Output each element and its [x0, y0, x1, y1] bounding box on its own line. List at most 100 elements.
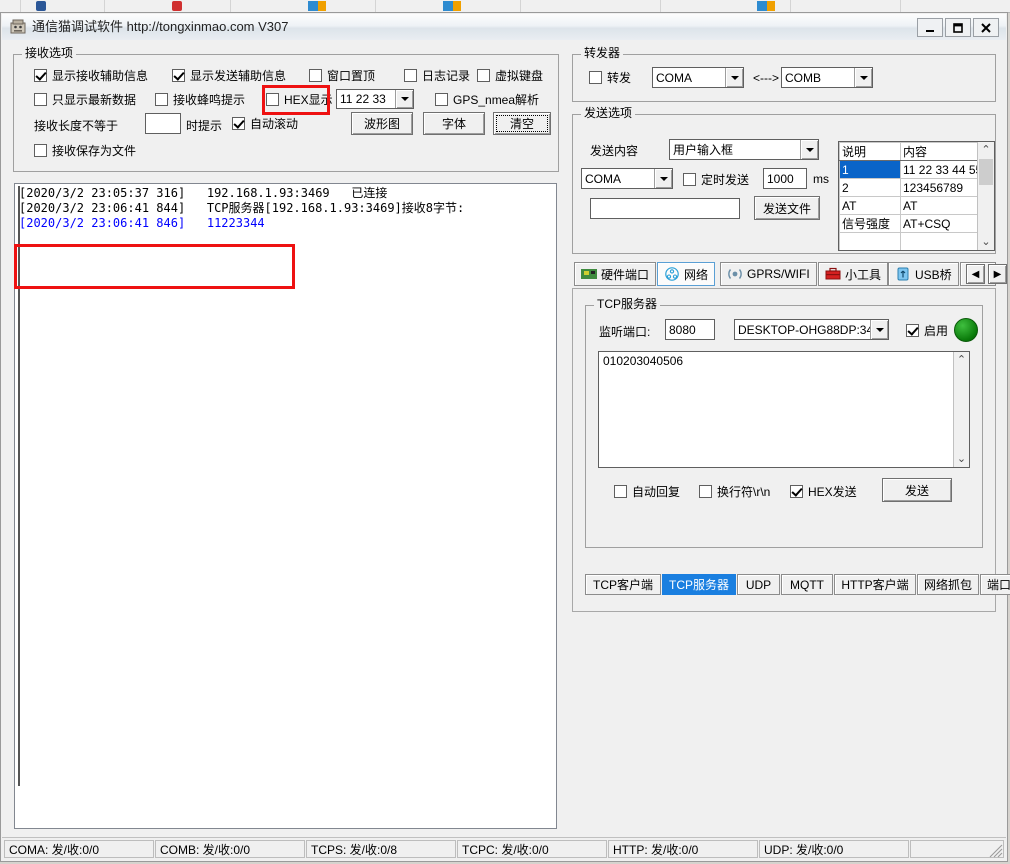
- checkbox-only-latest-data[interactable]: 只显示最新数据: [34, 91, 136, 108]
- tab-network[interactable]: 网络: [657, 262, 716, 286]
- row-desc: [839, 232, 901, 250]
- scroll-down-icon[interactable]: ⌄: [978, 234, 994, 250]
- receive-log-textarea[interactable]: [2020/3/2 23:05:37 316] 192.168.1.93:346…: [14, 183, 557, 829]
- timed-send-interval-input[interactable]: [763, 168, 807, 189]
- receive-log-content: [2020/3/2 23:05:37 316] 192.168.1.93:346…: [15, 184, 556, 828]
- chevron-down-icon[interactable]: [800, 140, 818, 159]
- subtab-tcp-client[interactable]: TCP客户端: [585, 574, 661, 595]
- usb-icon: [897, 267, 909, 281]
- checkbox-label: 定时发送: [701, 173, 750, 187]
- recv-length-input[interactable]: [145, 113, 181, 134]
- taskbar-icon-red: [172, 1, 182, 11]
- tab-tools[interactable]: 小工具: [818, 262, 889, 286]
- server-host-combo[interactable]: DESKTOP-OHG88DP:3469: [734, 319, 889, 340]
- resize-grip-icon[interactable]: [989, 844, 1003, 858]
- log-line: [2020/3/2 23:06:41 844] TCP服务器[192.168.1…: [19, 201, 465, 215]
- maximize-button[interactable]: [945, 18, 971, 37]
- send-file-path-input[interactable]: [590, 198, 740, 219]
- send-content-combo[interactable]: 用户输入框: [669, 139, 819, 160]
- table-row[interactable]: 1 11 22 33 44 55: [839, 160, 990, 179]
- tab-label: USB桥: [915, 267, 952, 282]
- forwarder-port-b-combo[interactable]: COMB: [781, 67, 873, 88]
- tab-scroll-left-button[interactable]: ◀: [966, 264, 985, 284]
- chevron-down-icon[interactable]: [654, 169, 672, 188]
- checkbox-box: [906, 324, 919, 337]
- toolbox-icon: [825, 267, 841, 280]
- send-data-textarea[interactable]: 010203040506 ⌃ ⌄: [598, 351, 970, 468]
- forwarder-port-a-combo[interactable]: COMA: [652, 67, 744, 88]
- checkbox-virtual-keyboard[interactable]: 虚拟键盘: [477, 67, 543, 84]
- send-data-text: 010203040506: [603, 354, 684, 368]
- checkbox-window-top[interactable]: 窗口置顶: [309, 67, 375, 84]
- tab-usb-bridge[interactable]: USB桥: [888, 262, 959, 286]
- table-scrollbar[interactable]: ⌃ ⌄: [977, 142, 994, 250]
- checkbox-box: [435, 93, 448, 106]
- tab-scroll-right-button[interactable]: ▶: [988, 264, 1007, 284]
- send-button[interactable]: 发送: [882, 478, 952, 502]
- checkbox-save-recv-to-file[interactable]: 接收保存为文件: [34, 142, 136, 159]
- checkbox-gps-nmea[interactable]: GPS_nmea解析: [435, 91, 539, 108]
- send-textarea-scrollbar[interactable]: ⌃ ⌄: [953, 352, 969, 467]
- antenna-icon: [728, 269, 742, 279]
- subtab-port-scan[interactable]: 端口扫描: [980, 574, 1010, 595]
- checkbox-label: 转发: [607, 71, 632, 85]
- table-row[interactable]: 信号强度 AT+CSQ: [839, 214, 990, 233]
- checkbox-box: [699, 485, 712, 498]
- table-row[interactable]: [839, 232, 990, 250]
- subtab-http-client[interactable]: HTTP客户端: [834, 574, 916, 595]
- subtab-udp[interactable]: UDP: [737, 574, 780, 595]
- checkbox-newline[interactable]: 换行符\r\n: [699, 483, 770, 500]
- subtab-tcp-server[interactable]: TCP服务器: [662, 574, 736, 595]
- table-row[interactable]: 2 123456789: [839, 178, 990, 197]
- title-bar[interactable]: 通信猫调试软件 http://tongxinmao.com V307: [2, 14, 1006, 41]
- checkbox-forward[interactable]: 转发: [589, 69, 631, 86]
- chevron-down-icon[interactable]: [854, 68, 872, 87]
- row-desc: 1: [839, 160, 901, 179]
- close-button[interactable]: [973, 18, 999, 37]
- chevron-down-icon[interactable]: [870, 320, 888, 339]
- tab-gprs-wifi[interactable]: GPRS/WIFI: [720, 262, 817, 286]
- checkbox-timed-send[interactable]: 定时发送: [683, 171, 749, 188]
- forwarder-title: 转发器: [581, 47, 624, 59]
- scroll-up-icon[interactable]: ⌃: [954, 352, 969, 368]
- chevron-down-icon[interactable]: [725, 68, 743, 87]
- checkbox-recv-buzzer[interactable]: 接收蜂鸣提示: [155, 91, 245, 108]
- checkbox-hex-send[interactable]: HEX发送: [790, 483, 857, 500]
- hex-format-combo[interactable]: 11 22 33: [336, 89, 414, 109]
- clear-button[interactable]: 清空: [493, 112, 551, 135]
- checkbox-auto-reply[interactable]: 自动回复: [614, 483, 680, 500]
- listen-port-input[interactable]: [665, 319, 715, 340]
- font-button[interactable]: 字体: [423, 112, 485, 135]
- chevron-down-icon[interactable]: [395, 90, 413, 108]
- send-port-combo[interactable]: COMA: [581, 168, 673, 189]
- checkbox-box: [34, 93, 47, 106]
- timed-send-unit: ms: [813, 172, 829, 186]
- table-row[interactable]: AT AT: [839, 196, 990, 215]
- tab-label: GPRS/WIFI: [747, 267, 810, 281]
- quick-send-table[interactable]: 说明 内容 1 11 22 33 44 55 2 123456789 AT AT…: [838, 141, 995, 251]
- subtab-packet-capture[interactable]: 网络抓包: [917, 574, 979, 595]
- minimize-button[interactable]: [917, 18, 943, 37]
- checkbox-log-record[interactable]: 日志记录: [404, 67, 470, 84]
- checkbox-label: 显示发送辅助信息: [190, 69, 287, 83]
- scroll-down-icon[interactable]: ⌄: [954, 451, 969, 467]
- window-title: 通信猫调试软件 http://tongxinmao.com V307: [32, 19, 289, 34]
- send-file-button[interactable]: 发送文件: [754, 196, 820, 220]
- tab-hardware-port[interactable]: 硬件端口: [574, 262, 657, 286]
- taskbar-icon-blue3: [757, 1, 767, 11]
- checkbox-show-recv-aux[interactable]: 显示接收辅助信息: [34, 67, 148, 84]
- forwarder-port-b-value: COMB: [785, 70, 821, 85]
- scrollbar-thumb[interactable]: [979, 159, 993, 185]
- waveform-button[interactable]: 波形图: [351, 112, 413, 135]
- row-desc: 2: [839, 178, 901, 197]
- log-line: [2020/3/2 23:06:41 846] 11223344: [19, 216, 265, 230]
- checkbox-auto-scroll[interactable]: 自动滚动: [232, 115, 298, 132]
- taskbar-icon-blue1: [308, 1, 318, 11]
- minimize-icon: [926, 29, 934, 32]
- checkbox-label: 自动滚动: [250, 117, 299, 131]
- scroll-up-icon[interactable]: ⌃: [978, 142, 994, 158]
- subtab-mqtt[interactable]: MQTT: [781, 574, 833, 595]
- checkbox-enable-server[interactable]: 启用: [906, 322, 948, 339]
- checkbox-show-send-aux[interactable]: 显示发送辅助信息: [172, 67, 286, 84]
- checkbox-label: 日志记录: [422, 69, 471, 83]
